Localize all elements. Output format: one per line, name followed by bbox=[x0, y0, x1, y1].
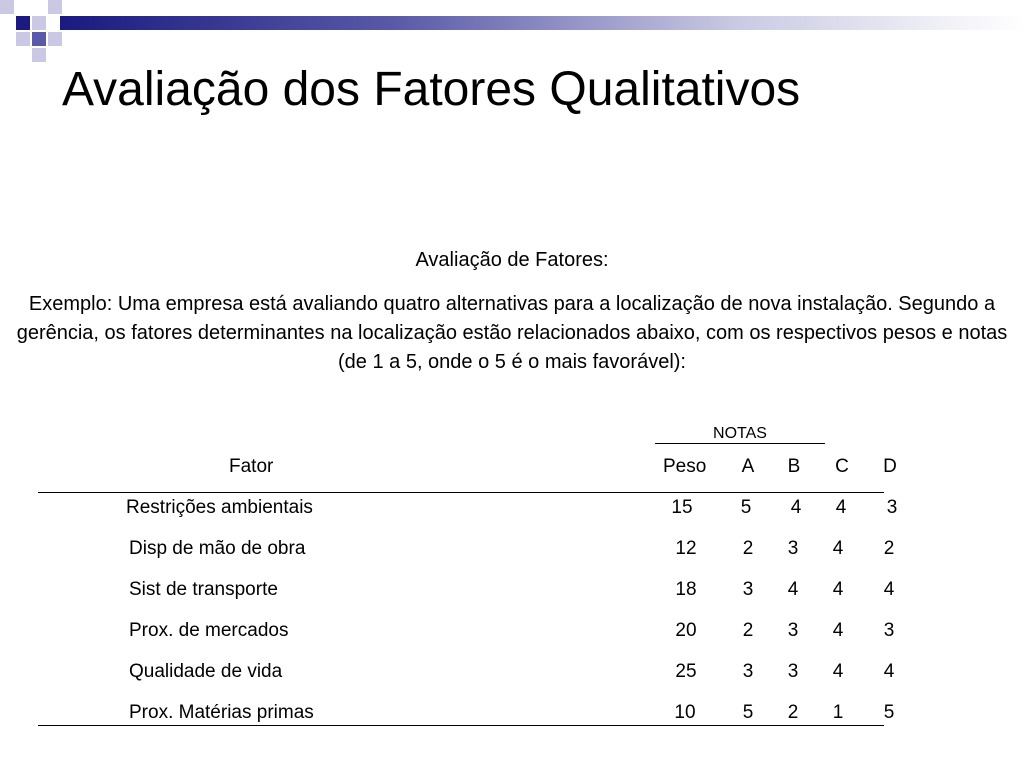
row-peso: 12 bbox=[675, 538, 697, 559]
row-a: 2 bbox=[742, 620, 754, 641]
row-c: 4 bbox=[832, 620, 844, 641]
deco-square bbox=[32, 48, 46, 62]
deco-square bbox=[0, 0, 14, 14]
row-fator: Prox. Matérias primas bbox=[129, 702, 314, 723]
row-fator: Restrições ambientais bbox=[126, 497, 313, 518]
row-peso: 18 bbox=[675, 579, 697, 600]
row-c: 4 bbox=[832, 538, 844, 559]
row-fator: Sist de transporte bbox=[129, 579, 278, 600]
deco-square bbox=[16, 16, 30, 30]
row-b: 2 bbox=[787, 702, 799, 723]
deco-square bbox=[48, 32, 62, 46]
section-subtitle: Avaliação de Fatores: bbox=[415, 249, 609, 271]
row-a: 2 bbox=[742, 538, 754, 559]
table-bottom-rule bbox=[38, 725, 884, 726]
row-d: 2 bbox=[883, 538, 895, 559]
row-d: 3 bbox=[886, 497, 898, 518]
row-c: 4 bbox=[835, 497, 847, 518]
row-peso: 25 bbox=[675, 661, 697, 682]
row-d: 3 bbox=[883, 620, 895, 641]
header-peso: Peso bbox=[663, 456, 707, 477]
row-b: 4 bbox=[787, 579, 799, 600]
row-a: 3 bbox=[742, 579, 754, 600]
header-gradient-band bbox=[60, 16, 1024, 30]
row-c: 4 bbox=[832, 579, 844, 600]
table-top-rule bbox=[38, 492, 884, 493]
row-a: 5 bbox=[740, 497, 752, 518]
row-a: 5 bbox=[742, 702, 754, 723]
row-d: 4 bbox=[883, 661, 895, 682]
row-a: 3 bbox=[742, 661, 754, 682]
header-fator: Fator bbox=[229, 456, 274, 477]
deco-square bbox=[48, 0, 62, 14]
row-b: 3 bbox=[787, 661, 799, 682]
header-c: C bbox=[835, 456, 849, 477]
row-fator: Disp de mão de obra bbox=[129, 538, 306, 559]
row-c: 4 bbox=[832, 661, 844, 682]
row-c: 1 bbox=[832, 702, 844, 723]
row-peso: 20 bbox=[675, 620, 697, 641]
header-a: A bbox=[741, 456, 755, 477]
row-d: 4 bbox=[883, 579, 895, 600]
row-b: 3 bbox=[787, 538, 799, 559]
row-peso: 10 bbox=[674, 702, 696, 723]
row-peso: 15 bbox=[671, 497, 693, 518]
header-d: D bbox=[883, 456, 897, 477]
header-b: B bbox=[787, 456, 801, 477]
row-fator: Prox. de mercados bbox=[129, 620, 289, 641]
deco-square bbox=[32, 16, 46, 30]
slide-title: Avaliação dos Fatores Qualitativos bbox=[62, 63, 801, 116]
notas-group-label: NOTAS bbox=[655, 425, 825, 444]
row-d: 5 bbox=[883, 702, 895, 723]
row-b: 4 bbox=[790, 497, 802, 518]
deco-square bbox=[32, 32, 46, 46]
row-b: 3 bbox=[787, 620, 799, 641]
row-fator: Qualidade de vida bbox=[129, 661, 283, 682]
deco-square bbox=[16, 32, 30, 46]
example-paragraph: Exemplo: Uma empresa está avaliando quat… bbox=[16, 293, 1008, 373]
